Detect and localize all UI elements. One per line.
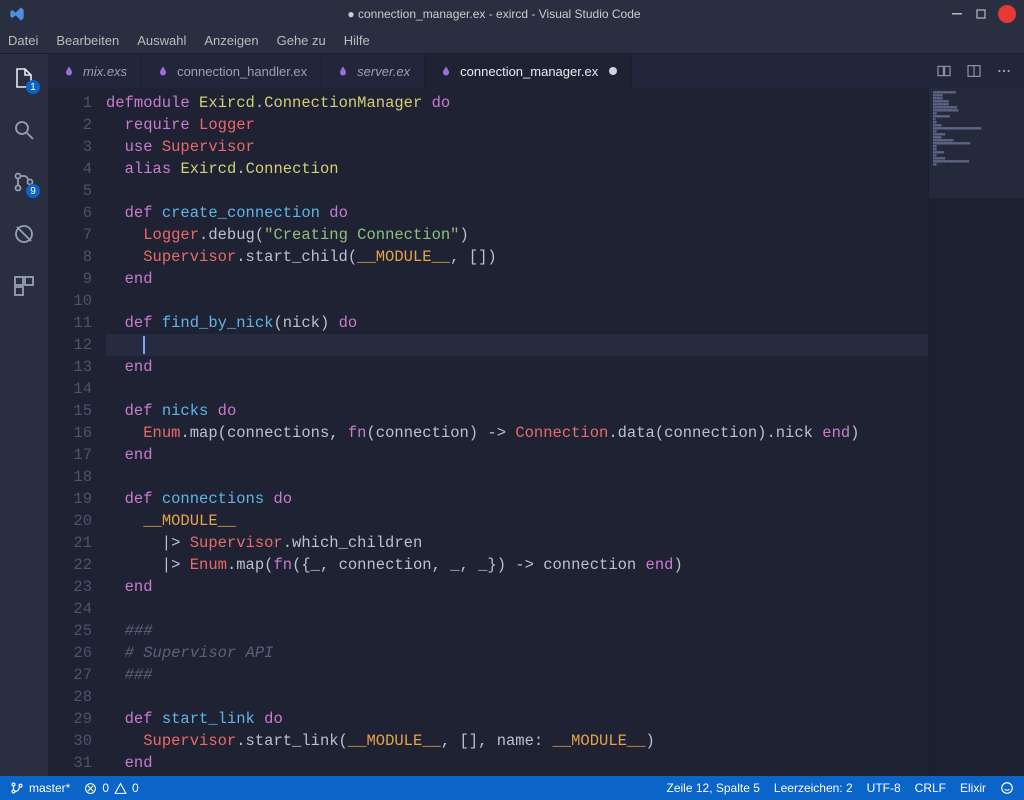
compare-icon[interactable] xyxy=(936,63,952,79)
code-content[interactable]: defmodule Exircd.ConnectionManager do re… xyxy=(106,88,928,776)
status-encoding[interactable]: UTF-8 xyxy=(867,781,901,795)
elixir-file-icon xyxy=(156,64,170,78)
statusbar: master* 0 0 Zeile 12, Spalte 5 Leerzeich… xyxy=(0,776,1024,800)
window-title: ● connection_manager.ex - exircd - Visua… xyxy=(38,7,950,21)
menu-item[interactable]: Bearbeiten xyxy=(56,33,119,48)
status-feedback-icon[interactable] xyxy=(1000,781,1014,795)
search-icon[interactable] xyxy=(10,116,38,144)
explorer-icon[interactable]: 1 xyxy=(10,64,38,92)
menu-item[interactable]: Gehe zu xyxy=(277,33,326,48)
more-icon[interactable] xyxy=(996,63,1012,79)
line-number-gutter: 1234567891011121314151617181920212223242… xyxy=(48,88,106,776)
window-maximize-icon[interactable] xyxy=(974,7,988,21)
window-close-icon[interactable] xyxy=(998,5,1016,23)
titlebar: ● connection_manager.ex - exircd - Visua… xyxy=(0,0,1024,28)
source-control-icon[interactable]: 9 xyxy=(10,168,38,196)
editor-area: mix.exs connection_handler.ex server.ex con… xyxy=(48,54,1024,776)
editor-tab[interactable]: connection_handler.ex xyxy=(142,54,322,88)
editor-tab[interactable]: mix.exs xyxy=(48,54,142,88)
extensions-icon[interactable] xyxy=(10,272,38,300)
code-editor[interactable]: 1234567891011121314151617181920212223242… xyxy=(48,88,1024,776)
window-minimize-icon[interactable] xyxy=(950,7,964,21)
dirty-indicator-icon xyxy=(609,67,617,75)
menubar: Datei Bearbeiten Auswahl Anzeigen Gehe z… xyxy=(0,28,1024,54)
status-problems[interactable]: 0 0 xyxy=(84,781,138,795)
tab-label: server.ex xyxy=(357,64,410,79)
tab-label: connection_handler.ex xyxy=(177,64,307,79)
status-eol[interactable]: CRLF xyxy=(915,781,946,795)
editor-tab[interactable]: server.ex xyxy=(322,54,425,88)
editor-tab[interactable]: connection_manager.ex xyxy=(425,54,632,88)
activitybar: 1 9 xyxy=(0,54,48,776)
elixir-file-icon xyxy=(62,64,76,78)
minimap[interactable]: ████████████████████████████████████████… xyxy=(928,88,1024,776)
menu-item[interactable]: Anzeigen xyxy=(204,33,258,48)
minimap-slider[interactable] xyxy=(929,88,1024,198)
explorer-badge: 1 xyxy=(26,80,40,94)
menu-item[interactable]: Auswahl xyxy=(137,33,186,48)
editor-tabs: mix.exs connection_handler.ex server.ex con… xyxy=(48,54,1024,88)
menu-item[interactable]: Datei xyxy=(8,33,38,48)
debug-icon[interactable] xyxy=(10,220,38,248)
menu-item[interactable]: Hilfe xyxy=(344,33,370,48)
status-spaces[interactable]: Leerzeichen: 2 xyxy=(774,781,853,795)
tab-label: connection_manager.ex xyxy=(460,64,598,79)
vscode-logo-icon xyxy=(8,5,26,23)
tab-label: mix.exs xyxy=(83,64,127,79)
status-branch[interactable]: master* xyxy=(10,781,70,795)
status-position[interactable]: Zeile 12, Spalte 5 xyxy=(667,781,760,795)
split-editor-icon[interactable] xyxy=(966,63,982,79)
scm-badge: 9 xyxy=(26,184,40,198)
elixir-file-icon xyxy=(439,64,453,78)
elixir-file-icon xyxy=(336,64,350,78)
status-language[interactable]: Elixir xyxy=(960,781,986,795)
